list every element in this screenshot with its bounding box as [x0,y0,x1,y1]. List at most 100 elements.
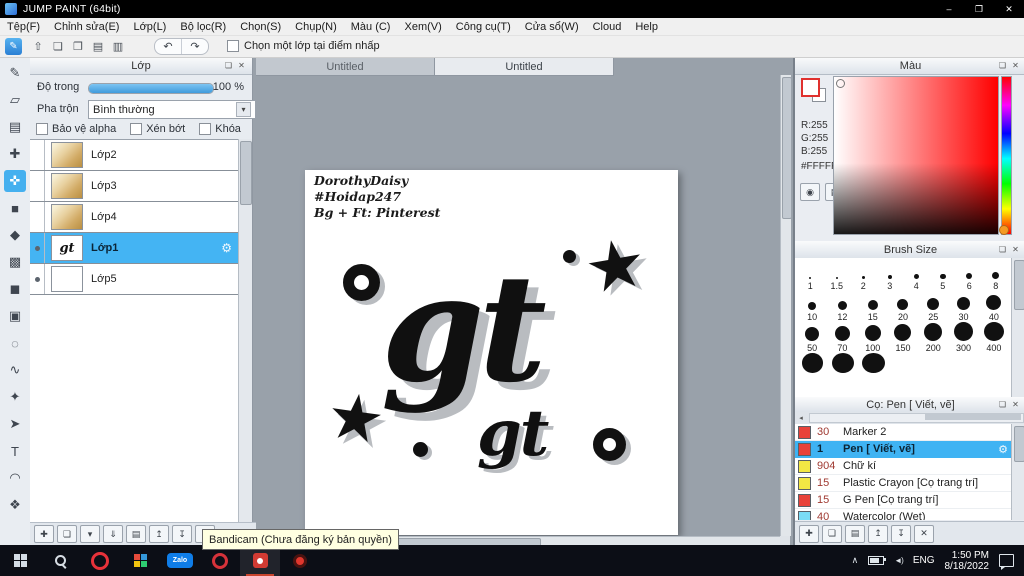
checkbox-box[interactable] [130,123,143,135]
menu-item[interactable]: Xem(V) [397,21,448,33]
paint-tool-icon[interactable]: ✎ [5,37,22,55]
undo-icon[interactable]: ↶ [155,38,182,54]
brush-size-option[interactable]: 70 [827,322,857,353]
brush-size-option[interactable]: 300 [948,322,978,353]
layer-list-scrollbar[interactable] [238,139,252,523]
canvas-vertical-scrollbar[interactable] [780,75,792,536]
menu-item[interactable]: Cloud [586,21,629,33]
layer-settings-gear-icon[interactable]: ⚙ [221,241,232,255]
layer-row[interactable]: gt Lớp1 ⚙ [30,233,238,264]
layer-toolbar-layer-folder[interactable]: ▤ [126,525,146,543]
scrollbar-thumb[interactable] [240,141,252,205]
menu-item[interactable]: Công cụ(T) [449,21,518,33]
menu-item[interactable]: Chọn(S) [233,21,288,33]
scrollbar-thumb[interactable] [782,77,792,219]
tray-expand-icon[interactable]: ∧ [852,555,859,566]
layer-row[interactable]: Lớp3 [30,171,238,202]
brush-size-option[interactable]: 400 [979,322,1009,353]
tool-lasso[interactable]: ∿ [4,359,26,381]
brush-size-option[interactable]: 2 [850,260,877,291]
brush-size-option[interactable]: 25 [918,291,948,322]
color-picker-marker[interactable] [836,79,845,88]
close-panel-icon[interactable]: ✕ [1009,398,1022,411]
layer-toolbar-duplicate-layer[interactable]: ❏ [57,525,77,543]
brush-size-scrollbar[interactable] [1011,258,1024,397]
brush-size-option[interactable]: 15 [858,291,888,322]
brush-toolbar-duplicate-brush[interactable]: ❏ [822,524,842,543]
close-panel-icon[interactable]: ✕ [1009,243,1022,256]
tool-curve[interactable]: ◠ [4,467,26,489]
brush-settings-gear-icon[interactable]: ⚙ [998,443,1008,456]
brush-size-option[interactable]: 12 [827,291,857,322]
brush-size-option[interactable]: 6 [956,260,983,291]
brush-item[interactable]: 40 Watercolor (Wet) [795,509,1012,520]
layer-visibility-toggle[interactable] [30,264,45,294]
layer-toolbar-move-layer-down[interactable]: ↧ [172,525,192,543]
layer-option-checkbox[interactable]: Xén bớt [130,123,185,135]
brush-toolbar-brush-up[interactable]: ↥ [868,524,888,543]
float-panel-icon[interactable]: ❏ [996,243,1009,256]
brush-size-option[interactable]: 50 [797,322,827,353]
battery-icon[interactable] [868,556,887,565]
layer-visibility-toggle[interactable] [30,140,45,170]
tool-bucket[interactable]: ◆ [4,224,26,246]
tool-magic-wand[interactable]: ✦ [4,386,26,408]
scrollbar-thumb[interactable] [1014,426,1024,462]
canvas-tab[interactable]: Untitled [256,57,435,76]
checkbox-box[interactable] [36,123,48,135]
tool-airbrush[interactable]: ▤ [4,116,26,138]
menu-item[interactable]: Bộ lọc(R) [173,21,233,33]
blend-mode-select[interactable]: Bình thường ▾ [88,100,256,119]
layer-toolbar-merge-down[interactable]: ⇓ [103,525,123,543]
brush-item[interactable]: 15 Plastic Crayon [Cọ trang trí] [795,475,1012,492]
layer-toolbar-new-layer[interactable]: ✚ [34,525,54,543]
brush-size-option[interactable]: 4 [903,260,930,291]
brush-size-option[interactable]: 40 [979,291,1009,322]
hue-slider[interactable] [1001,76,1012,235]
tool-text[interactable]: T [4,440,26,462]
scrollbar-thumb[interactable] [1014,260,1024,310]
taskbar-app-tiles[interactable] [120,545,160,576]
taskbar-app-zalo[interactable]: Zalo [160,545,200,576]
minimize-button[interactable]: – [934,0,964,18]
opacity-slider[interactable] [88,83,214,94]
tool-pen[interactable]: ✎ [4,62,26,84]
menu-item[interactable]: Cửa sổ(W) [518,21,586,33]
layer-option-checkbox[interactable]: Khóa [199,123,241,135]
canvas-tab[interactable]: Untitled [435,57,614,76]
brush-toolbar-brush-folder[interactable]: ▤ [845,524,865,543]
brush-item[interactable]: 904 Chữ kí [795,458,1012,475]
menu-item[interactable]: Chụp(N) [288,21,344,33]
close-panel-icon[interactable]: ✕ [1009,59,1022,72]
scrollbar-thumb[interactable] [925,414,1021,420]
layer-row[interactable]: Lớp4 [30,202,238,233]
brush-size-option[interactable]: 1.5 [824,260,851,291]
close-button[interactable]: ✕ [994,0,1024,18]
chevron-down-icon[interactable]: ▾ [236,102,251,117]
tool-select-ellipse[interactable]: ◌ [4,332,26,354]
brush-size-option[interactable]: 3 [877,260,904,291]
tool-eraser[interactable]: ▱ [4,89,26,111]
layer-visibility-toggle[interactable] [30,171,45,201]
language-indicator[interactable]: ENG [913,555,935,566]
color-button-eyedropper[interactable]: ◉ [800,183,820,201]
toolbar-icon-panels[interactable]: ❐ [68,38,88,55]
layer-option-checkbox[interactable]: Bảo vệ alpha [36,123,116,135]
brush-size-option[interactable]: 150 [888,322,918,353]
brush-item[interactable]: 1 Pen [ Viết, vẽ] ⚙ [795,441,1012,458]
maximize-button[interactable]: ❐ [964,0,994,18]
close-panel-icon[interactable]: ✕ [235,59,248,72]
taskbar-search-button[interactable] [40,545,80,576]
artwork-canvas[interactable]: DorothyDaisy #Hoidap247 Bg + Ft: Pinterest… [305,170,678,535]
tool-operate[interactable]: ➤ [4,413,26,435]
primary-color-swatch[interactable] [801,78,820,97]
brush-size-option[interactable] [858,353,889,384]
float-panel-icon[interactable]: ❏ [222,59,235,72]
brush-size-option[interactable]: 20 [888,291,918,322]
brush-size-option[interactable]: 200 [918,322,948,353]
menu-item[interactable]: Màu (C) [344,21,398,33]
menu-item[interactable]: Lớp(L) [126,21,173,33]
snap-layer-checkbox[interactable] [227,40,239,52]
brush-item[interactable]: 30 Marker 2 [795,424,1012,441]
tool-fill-dark[interactable]: ◼ [4,278,26,300]
